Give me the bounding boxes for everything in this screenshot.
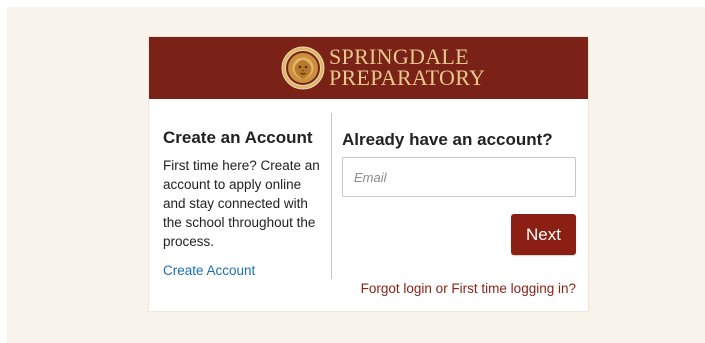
forgot-login-link[interactable]: Forgot login or First time logging in?: [361, 281, 576, 296]
create-account-link[interactable]: Create Account: [163, 263, 255, 278]
email-field[interactable]: [342, 157, 576, 197]
create-account-heading: Create an Account: [163, 128, 313, 147]
school-name-line2: PREPARATORY: [329, 65, 486, 90]
school-name: SPRINGDALE PREPARATORY: [329, 44, 486, 90]
school-banner: SPRINGDALE PREPARATORY: [149, 37, 588, 99]
school-name-line1: SPRINGDALE: [329, 44, 469, 69]
next-button[interactable]: Next: [511, 214, 576, 255]
create-account-description: First time here? Create an account to ap…: [163, 158, 320, 249]
login-card: SPRINGDALE PREPARATORY Create an Account…: [148, 36, 589, 312]
login-heading: Already have an account?: [342, 130, 553, 149]
create-account-section: Create an Account First time here? Creat…: [163, 127, 323, 280]
lion-seal-icon: [281, 46, 325, 90]
column-divider: [331, 113, 332, 279]
